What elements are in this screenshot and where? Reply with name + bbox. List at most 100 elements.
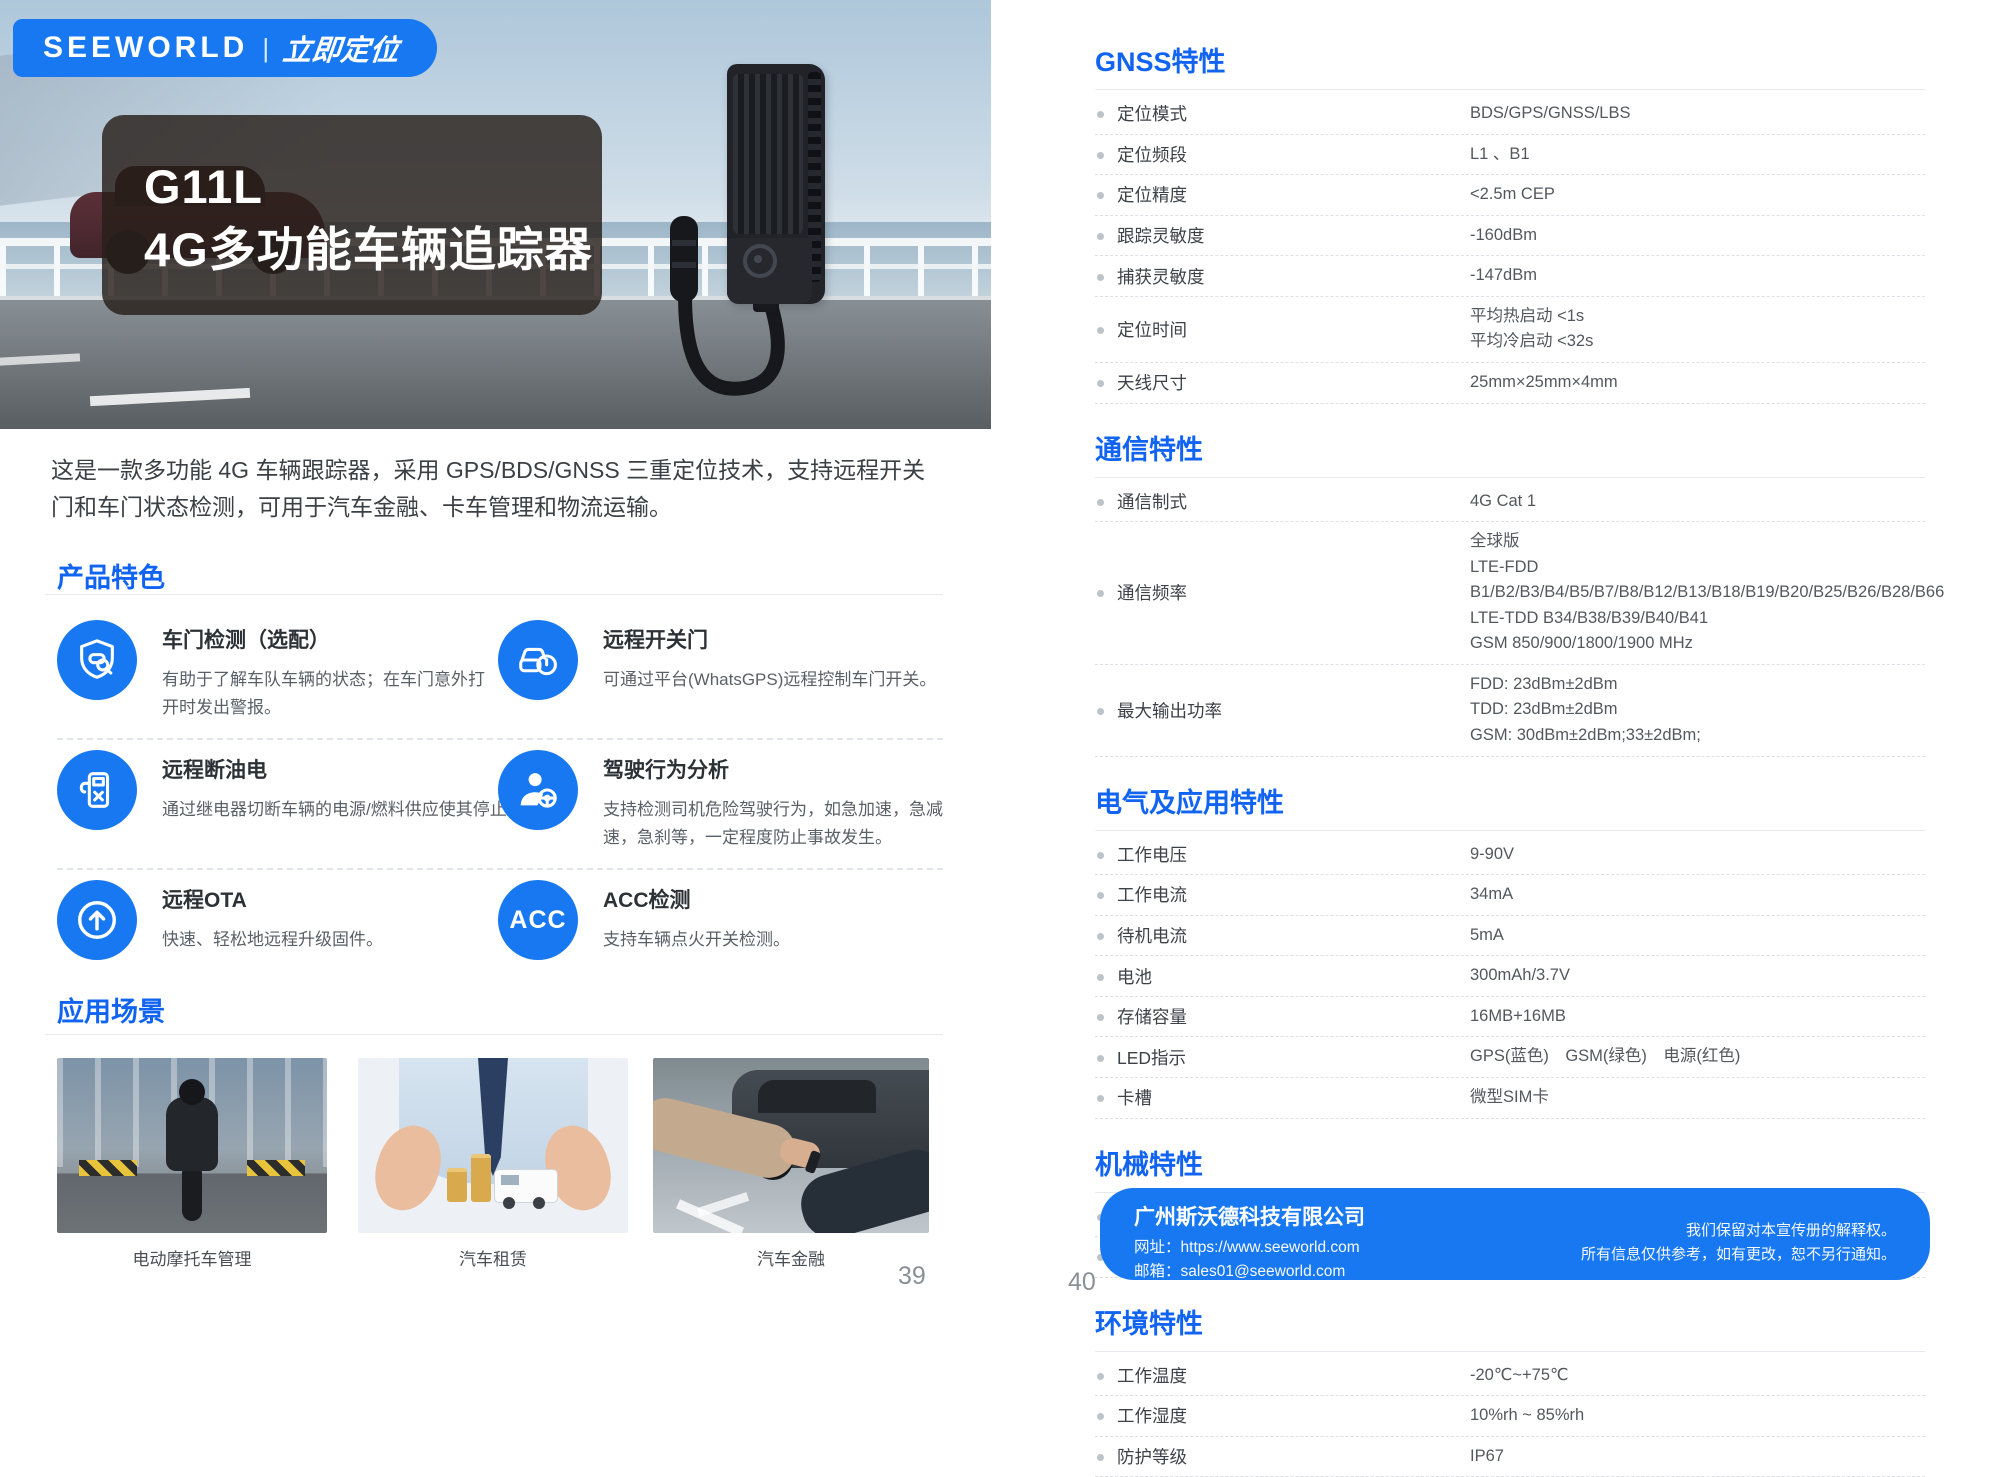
spec-row: 跟踪灵敏度-160dBm (1095, 216, 1925, 257)
spec-row: LED指示GPS(蓝色) GSM(绿色) 电源(红色) (1095, 1037, 1925, 1078)
feature-row-divider (57, 868, 943, 870)
application-photo-rental (358, 1058, 628, 1233)
spec-value: 5mA (1470, 923, 1925, 949)
spec-value: L1 、B1 (1470, 142, 1925, 168)
spec-section: GNSS特性定位模式BDS/GPS/GNSS/LBS定位频段L1 、B1定位精度… (1095, 40, 1925, 404)
feature-item: 远程OTA 快速、轻松地远程升级固件。 (57, 880, 498, 960)
feature-title: 驾驶行为分析 (603, 754, 965, 784)
feature-item: 驾驶行为分析支持检测司机危险驾驶行为，如急加速，急减速，急刹等，一定程度防止事故… (498, 750, 965, 852)
spec-label: 跟踪灵敏度 (1095, 223, 1470, 248)
spec-row: 最大输出功率FDD: 23dBm±2dBm TDD: 23dBm±2dBm GS… (1095, 665, 1925, 757)
section-divider (45, 594, 943, 595)
hero-banner: G11L4G多功能车辆追踪器 SEEWORLD | 立即定位 (0, 0, 991, 429)
spec-row: 工作电流34mA (1095, 875, 1925, 916)
feature-text: 车门检测（选配） 有助于了解车队车辆的状态；在车门意外打开时发出警报。 (162, 620, 498, 722)
feature-title: 远程断油电 (162, 754, 532, 784)
spec-label: 定位精度 (1095, 182, 1470, 207)
remote-door-switch-icon (498, 620, 578, 700)
spec-row: 天线尺寸25mm×25mm×4mm (1095, 363, 1925, 404)
spec-label: 工作电压 (1095, 842, 1470, 867)
spec-label: 防护等级 (1095, 1444, 1470, 1469)
device-logo-icon (743, 244, 777, 278)
company-name: 广州斯沃德科技有限公司 (1134, 1201, 1365, 1231)
spec-label: 待机电流 (1095, 923, 1470, 948)
product-intro-text: 这是一款多功能 4G 车辆跟踪器，采用 GPS/BDS/GNSS 三重定位技术，… (51, 452, 943, 527)
spec-row: 电池300mAh/3.7V (1095, 956, 1925, 997)
spec-section: 环境特性工作温度-20℃~+75℃工作湿度10%rh ~ 85%rh防护等级IP… (1095, 1302, 1925, 1477)
spec-value: 10%rh ~ 85%rh (1470, 1403, 1925, 1429)
door-detection-icon (57, 620, 137, 700)
feature-title: 远程OTA (162, 884, 498, 914)
spec-value: 25mm×25mm×4mm (1470, 370, 1925, 396)
spec-value: BDS/GPS/GNSS/LBS (1470, 101, 1925, 127)
footer-left: 广州斯沃德科技有限公司 网址：https://www.seeworld.com … (1134, 1201, 1365, 1280)
feature-row-divider (57, 738, 943, 740)
company-website: 网址：https://www.seeworld.com (1134, 1236, 1365, 1260)
spec-row: 卡槽微型SIM卡 (1095, 1078, 1925, 1119)
gps-tracker-device (727, 64, 825, 304)
feature-text: ACC检测支持车辆点火开关检测。 (603, 880, 943, 960)
acc-detection-icon: ACC (498, 880, 578, 960)
spec-value: IP67 (1470, 1444, 1925, 1470)
spec-section-title: 通信特性 (1095, 428, 1925, 478)
feature-description: 快速、轻松地远程升级固件。 (162, 926, 498, 954)
footer-disclaimer: 我们保留对本宣传册的解释权。 所有信息仅供参考，如有更改，恕不另行通知。 (1581, 1219, 1896, 1280)
feature-text: 远程OTA 快速、轻松地远程升级固件。 (162, 880, 498, 960)
spec-value: 16MB+16MB (1470, 1004, 1925, 1030)
spec-row: 定位时间平均热启动 <1s 平均冷启动 <32s (1095, 297, 1925, 363)
feature-item: 远程断油电通过继电器切断车辆的电源/燃料供应使其停止。 (57, 750, 532, 830)
feature-description: 可通过平台(WhatsGPS)远程控制车门开关。 (603, 666, 973, 694)
application-caption: 汽车金融 (653, 1245, 929, 1270)
spec-value: 4G Cat 1 (1470, 489, 1925, 515)
acc-icon-label: ACC (509, 906, 566, 935)
driving-behavior-icon (498, 750, 578, 830)
spec-label: 捕获灵敏度 (1095, 264, 1470, 289)
footer-contact-bar: 广州斯沃德科技有限公司 网址：https://www.seeworld.com … (1100, 1188, 1930, 1280)
spec-section-title: 机械特性 (1095, 1143, 1925, 1193)
application-photo-motorcycle (57, 1058, 327, 1233)
device-ribs (733, 74, 803, 234)
features-section-title: 产品特色 (57, 556, 165, 595)
feature-description: 支持车辆点火开关检测。 (603, 926, 943, 954)
spec-section: 电气及应用特性工作电压9-90V工作电流34mA待机电流5mA电池300mAh/… (1095, 781, 1925, 1119)
feature-item: 车门检测（选配） 有助于了解车队车辆的状态；在车门意外打开时发出警报。 (57, 620, 498, 722)
spec-label: 定位时间 (1095, 317, 1470, 342)
spec-row: 定位模式BDS/GPS/GNSS/LBS (1095, 94, 1925, 135)
brand-logo: SEEWORLD | 立即定位 (13, 19, 437, 77)
spec-value: 平均热启动 <1s 平均冷启动 <32s (1470, 304, 1925, 355)
feature-text: 驾驶行为分析支持检测司机危险驾驶行为，如急加速，急减速，急刹等，一定程度防止事故… (603, 750, 965, 852)
spec-label: 电池 (1095, 964, 1470, 989)
feature-text: 远程开关门可通过平台(WhatsGPS)远程控制车门开关。 (603, 620, 973, 700)
spec-section-title: 电气及应用特性 (1095, 781, 1925, 831)
brand-logo-tagline: 立即定位 (281, 27, 401, 69)
spec-label: 定位频段 (1095, 142, 1470, 167)
spec-row: 工作电压9-90V (1095, 835, 1925, 876)
feature-title: 远程开关门 (603, 624, 973, 654)
application-caption: 汽车租赁 (358, 1245, 628, 1270)
remote-ota-icon (57, 880, 137, 960)
hero-title-card: G11L4G多功能车辆追踪器 (102, 115, 602, 315)
spec-value: 34mA (1470, 882, 1925, 908)
page-number-right: 40 (1068, 1268, 1096, 1297)
spec-row: 定位频段L1 、B1 (1095, 135, 1925, 176)
applications-section-title: 应用场景 (57, 990, 165, 1029)
spec-label: 工作温度 (1095, 1363, 1470, 1388)
product-title: G11L4G多功能车辆追踪器 (144, 155, 602, 282)
feature-description: 有助于了解车队车辆的状态；在车门意外打开时发出警报。 (162, 666, 498, 722)
company-email: 邮箱：sales01@seeworld.com (1134, 1260, 1365, 1284)
brand-logo-text: SEEWORLD (43, 31, 248, 65)
spec-section: 通信特性通信制式4G Cat 1通信频率全球版 LTE-FDD B1/B2/B3… (1095, 428, 1925, 757)
road (0, 296, 991, 429)
application-caption: 电动摩托车管理 (57, 1245, 327, 1270)
spec-value: GPS(蓝色) GSM(绿色) 电源(红色) (1470, 1044, 1925, 1070)
spec-label: 存储容量 (1095, 1004, 1470, 1029)
spec-row: 通信频率全球版 LTE-FDD B1/B2/B3/B4/B5/B7/B8/B12… (1095, 522, 1925, 665)
feature-title: 车门检测（选配） (162, 624, 498, 654)
spec-value: -20℃~+75℃ (1470, 1363, 1925, 1389)
spec-label: LED指示 (1095, 1045, 1470, 1070)
spec-label: 工作电流 (1095, 882, 1470, 907)
spec-value: 全球版 LTE-FDD B1/B2/B3/B4/B5/B7/B8/B12/B13… (1470, 529, 1944, 657)
spec-row: 定位精度<2.5m CEP (1095, 175, 1925, 216)
feature-title: ACC检测 (603, 884, 943, 914)
feature-description: 通过继电器切断车辆的电源/燃料供应使其停止。 (162, 796, 532, 824)
